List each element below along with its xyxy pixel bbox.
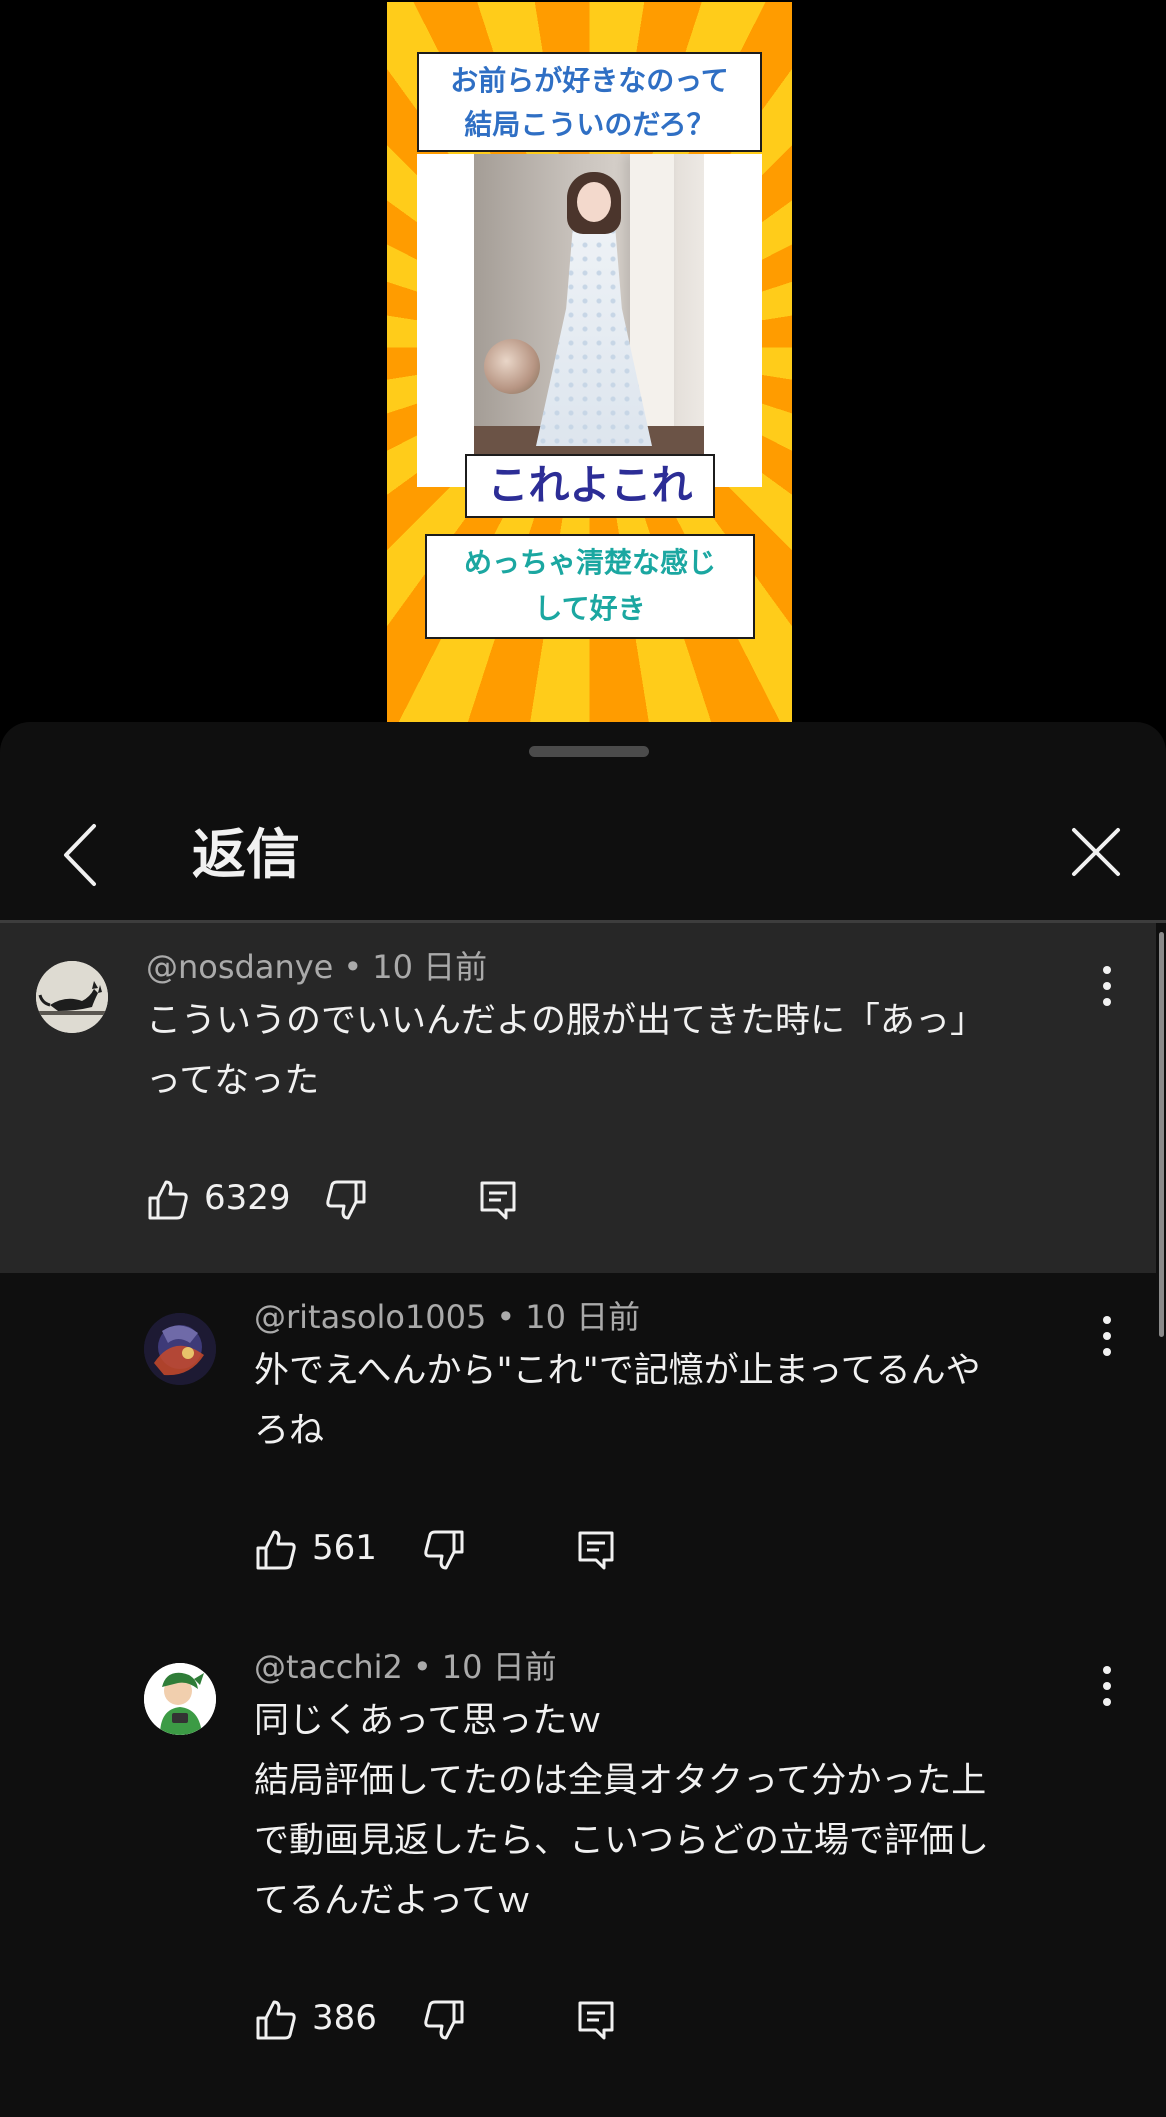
comment-author[interactable]: @ritasolo1005 [254,1298,486,1336]
avatar[interactable] [36,961,108,1033]
like-count: 386 [312,1998,377,2038]
thumb-up-icon [256,1530,296,1570]
page-title: 返信 [192,823,300,886]
parent-comment: @nosdanye • 10 日前 こういうのでいいんだよの服が出てきた時に「あっ」… [0,923,1156,1273]
comment-actions: 561 [254,1520,654,1580]
comment-meta: @tacchi2 • 10 日前 [254,1648,557,1686]
character-avatar-icon [144,1663,216,1735]
reply-comment: @ritasolo1005 • 10 日前 外でえへんから"これ"で記憶が止まってる… [0,1273,1156,1623]
comment-actions: 6329 [146,1170,546,1230]
thumb-up-icon [148,1180,188,1220]
caption-bottom: めっちゃ清楚な感じ して好き [425,534,755,639]
photo-frame [417,154,762,487]
comment-time: 10 日前 [372,948,488,986]
caption-middle: これよこれ [465,454,715,518]
like-button[interactable]: 6329 [146,1170,306,1230]
more-options-button[interactable] [1092,960,1122,1012]
cat-avatar-icon [36,961,108,1033]
reply-button[interactable] [574,1990,624,2050]
comment-text: 外でえへんから"これ"で記憶が止まってるんや ろね [254,1351,981,1451]
comment-time: 10 日前 [441,1648,557,1686]
avatar[interactable] [144,1313,216,1385]
comment-time: 10 日前 [525,1298,641,1336]
caption-top: お前らが好きなのって 結局こういのだろ？ [417,52,762,152]
more-options-button[interactable] [1092,1310,1122,1362]
more-vert-icon [1103,1316,1111,1356]
comment-meta: @nosdanye • 10 日前 [146,948,488,986]
dislike-button[interactable] [324,1170,374,1230]
reply-icon [578,1531,614,1570]
close-button[interactable] [1066,822,1126,882]
reply-icon [480,1181,516,1220]
thumb-down-icon [424,1530,464,1570]
video-player[interactable]: お前らが好きなのって 結局こういのだろ？ これよこれ めっちゃ清楚な感じ して好… [0,0,1166,725]
scrollbar[interactable] [1159,932,1164,1337]
more-options-button[interactable] [1092,1660,1122,1712]
replies-sheet: 返信 @nosdanye • 10 日前 こういうのでいいんだよの服が出てきた時… [0,722,1166,2117]
reply-button[interactable] [574,1520,624,1580]
reply-icon [578,2001,614,2040]
more-vert-icon [1103,1666,1111,1706]
more-vert-icon [1103,966,1111,1006]
close-icon [1072,828,1120,876]
chevron-left-icon [64,824,96,886]
thumb-up-icon [256,2000,296,2040]
reply-comment: @tacchi2 • 10 日前 同じくあって思ったｗ 結局評価してたのは全員オタク… [0,1623,1156,2117]
back-button[interactable] [54,820,114,890]
comment-text: こういうのでいいんだよの服が出てきた時に「あっ」 ってなった [146,1001,985,1101]
sheet-header: 返信 [0,782,1166,922]
video-frame: お前らが好きなのって 結局こういのだろ？ これよこれ めっちゃ清楚な感じ して好… [387,2,792,722]
model-photo [474,154,704,454]
thumb-down-icon [326,1180,366,1220]
avatar[interactable] [144,1663,216,1735]
like-count: 561 [312,1528,377,1568]
comment-meta: @ritasolo1005 • 10 日前 [254,1298,641,1336]
like-button[interactable]: 561 [254,1520,384,1580]
drag-handle[interactable] [529,746,649,757]
thumb-down-icon [424,2000,464,2040]
reply-button[interactable] [476,1170,526,1230]
comment-actions: 386 [254,1990,654,2050]
like-button[interactable]: 386 [254,1990,384,2050]
comment-text: 同じくあって思ったｗ 結局評価してたのは全員オタクって分かった上 で動画見返した… [254,1701,990,1921]
dislike-button[interactable] [422,1990,472,2050]
comment-author[interactable]: @tacchi2 [254,1648,403,1686]
like-count: 6329 [204,1178,291,1218]
dislike-button[interactable] [422,1520,472,1580]
comment-author[interactable]: @nosdanye [146,948,333,986]
art-avatar-icon [144,1313,216,1385]
